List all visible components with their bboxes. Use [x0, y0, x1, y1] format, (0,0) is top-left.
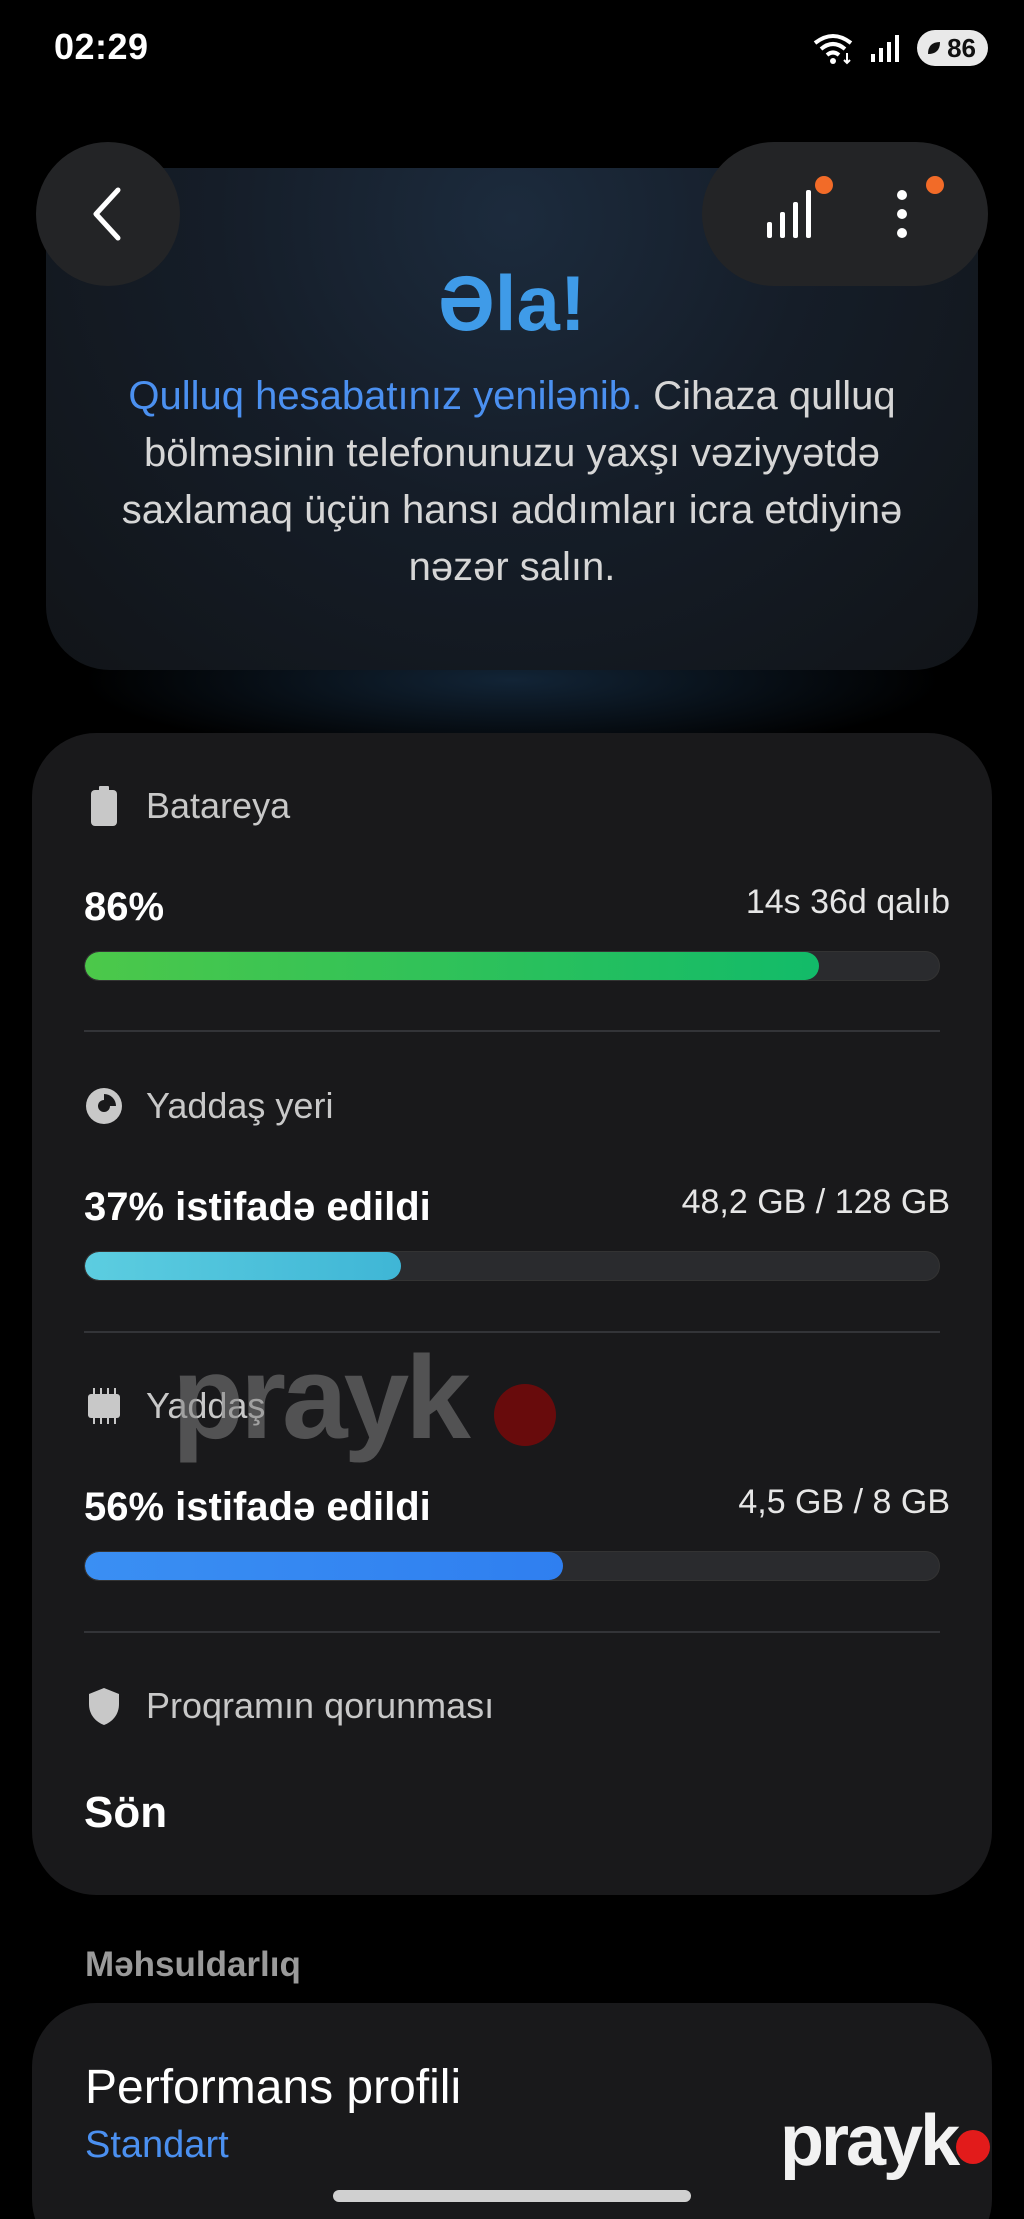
watermark: prayk: [172, 1332, 471, 1464]
app-protection-section[interactable]: Proqramın qorunması: [84, 1685, 494, 1727]
status-icons: 86: [811, 28, 988, 68]
storage-section[interactable]: Yaddaş yeri: [84, 1085, 333, 1127]
shield-icon: [84, 1686, 124, 1726]
storage-usage: 37% istifadə edildi: [84, 1185, 431, 1229]
performance-section-label: Məhsuldarlıq: [85, 1945, 301, 1984]
storage-detail: 48,2 GB / 128 GB: [681, 1183, 950, 1221]
status-bar: 02:29 86: [0, 0, 1024, 96]
wifi-icon: [813, 34, 853, 65]
notification-dot: [814, 176, 833, 194]
storage-progress-fill: [85, 1252, 401, 1280]
back-button[interactable]: [36, 142, 180, 286]
storage-label: Yaddaş yeri: [146, 1085, 334, 1126]
more-vert-icon: [896, 190, 907, 238]
storage-progress-bar: [84, 1251, 940, 1281]
memory-progress-bar: [84, 1551, 940, 1581]
cellular-signal-icon: [871, 35, 900, 62]
home-indicator[interactable]: [333, 2190, 691, 2202]
memory-detail: 4,5 GB / 8 GB: [738, 1483, 950, 1521]
battery-icon: [84, 786, 124, 826]
performance-profile-title: Performans profili: [85, 2061, 462, 2114]
device-care-card: Batareya 86% 14s 36d qalıb Yaddaş yeri 3…: [32, 733, 992, 1895]
app-protection-status: Sön: [84, 1788, 168, 1837]
chevron-left-icon: [93, 187, 121, 241]
divider: [84, 1030, 940, 1032]
hero-highlight-link[interactable]: Qulluq hesabatınız yenilənib.: [128, 374, 642, 418]
power-saving-icon: [928, 42, 941, 54]
battery-indicator: 86: [917, 30, 988, 66]
battery-progress-bar: [84, 951, 940, 981]
header-actions: [702, 142, 988, 286]
battery-label: Batareya: [146, 785, 291, 826]
more-options-button[interactable]: [872, 176, 944, 244]
hero-description: Qulluq hesabatınız yenilənib. Cihaza qul…: [86, 368, 938, 596]
status-time: 02:29: [54, 26, 149, 67]
stats-button[interactable]: [759, 176, 833, 244]
brand-logo: prayk: [780, 2101, 960, 2181]
battery-section[interactable]: Batareya: [84, 785, 290, 827]
notification-dot: [925, 176, 944, 194]
battery-progress-fill: [85, 952, 820, 980]
memory-progress-fill: [85, 1552, 564, 1580]
watermark-dot: [494, 1384, 556, 1446]
battery-percent: 86%: [84, 885, 165, 929]
performance-profile-value: Standart: [85, 2124, 229, 2166]
memory-chip-icon: [84, 1386, 124, 1426]
app-protection-label: Proqramın qorunması: [146, 1685, 495, 1726]
brand-logo-dot: [956, 2130, 990, 2164]
battery-level: 86: [947, 32, 976, 63]
pie-chart-icon: [84, 1086, 124, 1126]
memory-usage: 56% istifadə edildi: [84, 1485, 431, 1529]
divider: [84, 1631, 940, 1633]
battery-time-remaining: 14s 36d qalıb: [745, 883, 950, 921]
bar-chart-icon: [766, 190, 811, 238]
